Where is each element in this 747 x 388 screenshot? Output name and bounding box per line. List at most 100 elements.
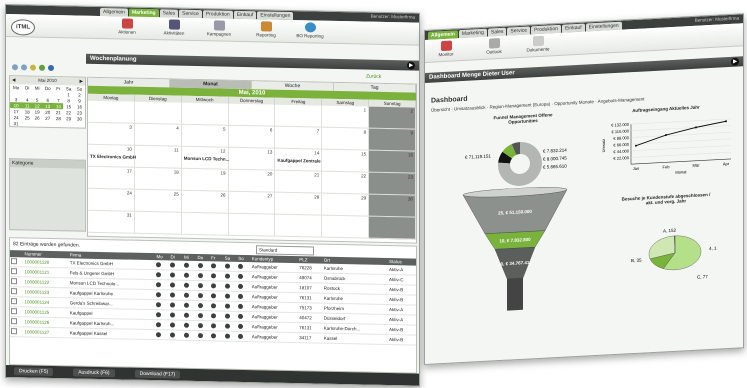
calendar-cell[interactable]: 19 [181, 168, 229, 192]
status-dot-icon[interactable] [238, 264, 244, 270]
status-dot-icon[interactable] [170, 272, 176, 278]
status-dot-icon[interactable] [238, 334, 244, 340]
status-dot-icon[interactable] [224, 283, 230, 289]
export-button[interactable]: Ausdruck (F6) [73, 368, 115, 378]
row-checkbox[interactable] [11, 298, 17, 305]
row-checkbox[interactable] [11, 278, 17, 285]
toolbar-dokumente-button[interactable]: Dokumente [521, 35, 555, 53]
view-tab-monat[interactable]: Monat [170, 79, 252, 90]
calendar-cell[interactable]: 30 [369, 194, 416, 218]
status-dot-icon[interactable] [170, 292, 176, 298]
calendar-cell[interactable]: 12 Monsun LCD Techn... [181, 146, 230, 170]
calendar-cell[interactable]: 16 [369, 150, 416, 174]
status-dot-icon[interactable] [184, 332, 189, 339]
status-dot-icon[interactable] [211, 293, 217, 299]
status-dot-icon[interactable] [238, 294, 244, 300]
status-dot-icon[interactable] [170, 302, 176, 308]
status-dot-icon[interactable] [184, 322, 189, 329]
calendar-cell[interactable] [228, 213, 276, 237]
calendar-cell[interactable]: 24 [88, 188, 135, 212]
calendar-cell[interactable]: 27 [228, 191, 276, 215]
calendar-cell[interactable]: 18 [134, 167, 182, 191]
status-dot-icon[interactable] [156, 272, 162, 278]
status-dot-icon[interactable] [238, 274, 244, 280]
customer-number-link[interactable]: 1000001122 [25, 279, 50, 285]
calendar-cell[interactable] [88, 100, 135, 124]
calendar-cell[interactable]: 7 [275, 126, 323, 150]
download-button[interactable]: Download (F17) [134, 369, 181, 379]
status-dot-icon[interactable] [238, 304, 244, 310]
calendar-cell[interactable]: 15 [322, 149, 370, 173]
toolbar-kampagnen-button[interactable]: Kampagnen [202, 20, 236, 37]
calendar-cell[interactable] [322, 215, 370, 239]
print-button[interactable]: Drucken (F5) [14, 367, 54, 377]
status-dot-icon[interactable] [197, 303, 203, 309]
calendar-cell[interactable]: 5 [181, 124, 229, 148]
status-dot-icon[interactable] [224, 333, 230, 339]
status-dot-icon[interactable] [170, 332, 176, 338]
status-dot-icon[interactable] [224, 323, 230, 329]
customer-number-link[interactable]: 1000001125 [25, 309, 50, 315]
status-dot-icon[interactable] [184, 282, 189, 289]
status-dot-icon[interactable] [224, 293, 230, 299]
calendar-cell[interactable]: 14 Kaufgappel Zentrale [275, 148, 323, 172]
status-dot-icon[interactable] [197, 263, 203, 269]
calendar-cell[interactable]: 4 [134, 123, 182, 147]
toolbar-bo-reporting-button[interactable]: BO Reporting [293, 22, 327, 39]
calendar-cell[interactable]: 29 [322, 193, 370, 217]
toolbar-aktionen-button[interactable]: Aktionen [110, 18, 144, 35]
folder-icon[interactable] [39, 64, 45, 71]
collapse-arrow-icon[interactable]: ▶ [407, 61, 415, 70]
status-dot-icon[interactable] [170, 312, 176, 318]
status-dot-icon[interactable] [197, 333, 203, 339]
calendar-event[interactable]: Monsun LCD Techn... [184, 156, 230, 162]
status-dot-icon[interactable] [238, 314, 244, 320]
status-dot-icon[interactable] [156, 282, 162, 288]
calendar-cell[interactable]: 22 [322, 171, 370, 195]
view-select[interactable]: Standard [256, 245, 314, 256]
status-dot-icon[interactable] [224, 273, 230, 279]
status-dot-icon[interactable] [170, 322, 176, 328]
status-dot-icon[interactable] [184, 312, 189, 319]
row-checkbox[interactable] [11, 308, 17, 315]
view-tab-jahr[interactable]: Jahr [88, 77, 170, 88]
status-dot-icon[interactable] [224, 303, 230, 309]
back-icon[interactable] [12, 64, 18, 71]
customer-number-link[interactable]: 1000001121 [25, 269, 50, 275]
status-dot-icon[interactable] [211, 283, 217, 289]
calendar-cell[interactable] [181, 212, 229, 236]
calendar-cell[interactable] [228, 103, 276, 127]
next-month-icon[interactable]: ▶ [80, 79, 83, 85]
calendar-cell[interactable]: 10 TX Electronics GmbH [88, 144, 136, 168]
calendar-cell[interactable]: 25 [134, 189, 182, 213]
row-checkbox[interactable] [11, 328, 17, 335]
category-header[interactable]: Kategorie [10, 159, 85, 169]
toolbar-reporting-button[interactable]: Reporting [249, 21, 283, 38]
calendar-cell[interactable]: 23 [369, 172, 416, 196]
calendar-cell[interactable]: 17 [88, 166, 135, 190]
status-dot-icon[interactable] [156, 292, 162, 298]
status-dot-icon[interactable] [156, 262, 162, 268]
status-dot-icon[interactable] [156, 312, 162, 318]
status-dot-icon[interactable] [211, 303, 217, 309]
calendar-event[interactable]: Kaufgappel Zentrale [277, 158, 320, 164]
calendar-cell[interactable]: 2 [369, 106, 416, 130]
help-icon[interactable] [48, 64, 54, 72]
toolbar-monitor-button[interactable]: Monitor [429, 40, 463, 58]
calendar-cell[interactable]: 26 [181, 190, 229, 214]
customer-number-link[interactable]: 1000001127 [25, 329, 50, 335]
calendar-cell[interactable]: 6 [228, 125, 276, 149]
toolbar-aktivitaeten-button[interactable]: Aktivitäten [157, 19, 191, 36]
calendar-event[interactable]: TX Electronics GmbH [90, 154, 136, 160]
status-dot-icon[interactable] [197, 283, 203, 289]
customer-number-link[interactable]: 1000001124 [25, 299, 50, 305]
customer-number-link[interactable]: 1000001126 [25, 319, 50, 325]
calendar-cell[interactable]: 1 [322, 105, 370, 129]
refresh-icon[interactable] [21, 64, 27, 71]
status-dot-icon[interactable] [184, 262, 189, 269]
status-dot-icon[interactable] [211, 333, 217, 339]
status-dot-icon[interactable] [156, 302, 162, 308]
status-dot-icon[interactable] [224, 313, 230, 319]
status-dot-icon[interactable] [197, 323, 203, 329]
status-dot-icon[interactable] [184, 302, 189, 309]
